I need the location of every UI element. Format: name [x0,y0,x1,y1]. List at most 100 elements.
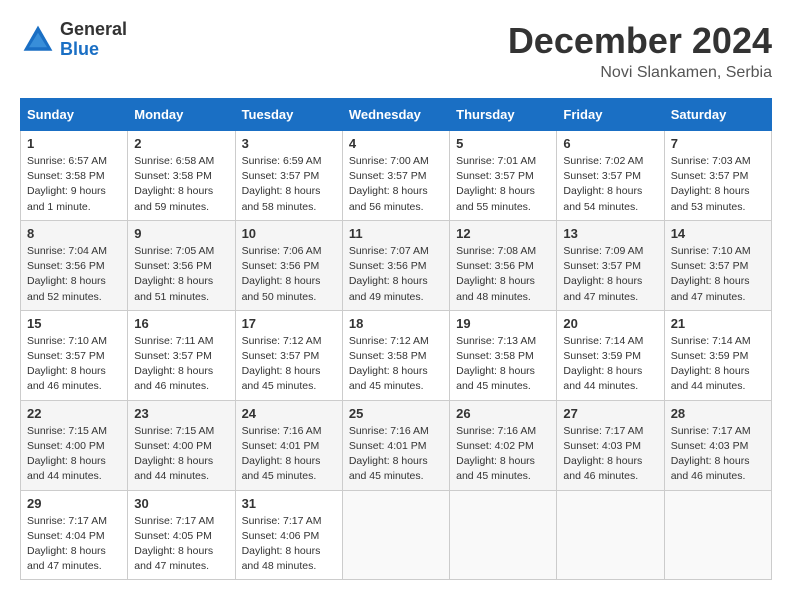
calendar-cell: 28 Sunrise: 7:17 AMSunset: 4:03 PMDaylig… [664,400,771,490]
day-number: 10 [242,226,336,241]
day-number: 26 [456,406,550,421]
calendar-week-row: 15 Sunrise: 7:10 AMSunset: 3:57 PMDaylig… [21,310,772,400]
day-info: Sunrise: 7:16 AMSunset: 4:01 PMDaylight:… [349,424,443,485]
day-number: 27 [563,406,657,421]
day-info: Sunrise: 7:01 AMSunset: 3:57 PMDaylight:… [456,154,550,215]
day-number: 7 [671,136,765,151]
day-number: 31 [242,496,336,511]
calendar-cell: 24 Sunrise: 7:16 AMSunset: 4:01 PMDaylig… [235,400,342,490]
day-info: Sunrise: 7:14 AMSunset: 3:59 PMDaylight:… [563,334,657,395]
day-number: 4 [349,136,443,151]
day-info: Sunrise: 7:11 AMSunset: 3:57 PMDaylight:… [134,334,228,395]
day-number: 21 [671,316,765,331]
calendar-cell: 10 Sunrise: 7:06 AMSunset: 3:56 PMDaylig… [235,220,342,310]
day-number: 9 [134,226,228,241]
page-header: General Blue December 2024 Novi Slankame… [20,20,772,82]
calendar-cell: 20 Sunrise: 7:14 AMSunset: 3:59 PMDaylig… [557,310,664,400]
calendar-week-row: 29 Sunrise: 7:17 AMSunset: 4:04 PMDaylig… [21,490,772,580]
day-info: Sunrise: 7:05 AMSunset: 3:56 PMDaylight:… [134,244,228,305]
day-info: Sunrise: 7:06 AMSunset: 3:56 PMDaylight:… [242,244,336,305]
day-number: 13 [563,226,657,241]
calendar-cell: 1 Sunrise: 6:57 AMSunset: 3:58 PMDayligh… [21,131,128,221]
calendar-header-monday: Monday [128,99,235,131]
calendar-cell: 29 Sunrise: 7:17 AMSunset: 4:04 PMDaylig… [21,490,128,580]
day-info: Sunrise: 7:12 AMSunset: 3:57 PMDaylight:… [242,334,336,395]
calendar-header-tuesday: Tuesday [235,99,342,131]
day-number: 18 [349,316,443,331]
calendar-cell: 16 Sunrise: 7:11 AMSunset: 3:57 PMDaylig… [128,310,235,400]
day-info: Sunrise: 7:17 AMSunset: 4:03 PMDaylight:… [671,424,765,485]
calendar-cell: 26 Sunrise: 7:16 AMSunset: 4:02 PMDaylig… [450,400,557,490]
calendar-header-row: SundayMondayTuesdayWednesdayThursdayFrid… [21,99,772,131]
day-number: 6 [563,136,657,151]
day-info: Sunrise: 7:03 AMSunset: 3:57 PMDaylight:… [671,154,765,215]
day-number: 5 [456,136,550,151]
calendar-cell: 27 Sunrise: 7:17 AMSunset: 4:03 PMDaylig… [557,400,664,490]
day-info: Sunrise: 7:16 AMSunset: 4:02 PMDaylight:… [456,424,550,485]
day-info: Sunrise: 7:09 AMSunset: 3:57 PMDaylight:… [563,244,657,305]
calendar-cell: 19 Sunrise: 7:13 AMSunset: 3:58 PMDaylig… [450,310,557,400]
day-info: Sunrise: 7:17 AMSunset: 4:05 PMDaylight:… [134,514,228,575]
day-number: 25 [349,406,443,421]
day-info: Sunrise: 6:58 AMSunset: 3:58 PMDaylight:… [134,154,228,215]
calendar-cell: 11 Sunrise: 7:07 AMSunset: 3:56 PMDaylig… [342,220,449,310]
day-info: Sunrise: 7:02 AMSunset: 3:57 PMDaylight:… [563,154,657,215]
day-info: Sunrise: 7:15 AMSunset: 4:00 PMDaylight:… [27,424,121,485]
calendar-cell: 8 Sunrise: 7:04 AMSunset: 3:56 PMDayligh… [21,220,128,310]
day-number: 19 [456,316,550,331]
calendar-cell [664,490,771,580]
day-info: Sunrise: 6:57 AMSunset: 3:58 PMDaylight:… [27,154,121,215]
calendar-week-row: 8 Sunrise: 7:04 AMSunset: 3:56 PMDayligh… [21,220,772,310]
month-title: December 2024 [508,20,772,62]
title-section: December 2024 Novi Slankamen, Serbia [508,20,772,82]
day-number: 24 [242,406,336,421]
day-number: 1 [27,136,121,151]
day-info: Sunrise: 7:12 AMSunset: 3:58 PMDaylight:… [349,334,443,395]
day-info: Sunrise: 6:59 AMSunset: 3:57 PMDaylight:… [242,154,336,215]
calendar-cell [557,490,664,580]
calendar-cell: 2 Sunrise: 6:58 AMSunset: 3:58 PMDayligh… [128,131,235,221]
day-number: 20 [563,316,657,331]
day-number: 29 [27,496,121,511]
calendar-cell [450,490,557,580]
calendar-cell: 7 Sunrise: 7:03 AMSunset: 3:57 PMDayligh… [664,131,771,221]
day-number: 16 [134,316,228,331]
day-info: Sunrise: 7:10 AMSunset: 3:57 PMDaylight:… [671,244,765,305]
calendar-header-saturday: Saturday [664,99,771,131]
calendar-cell: 30 Sunrise: 7:17 AMSunset: 4:05 PMDaylig… [128,490,235,580]
calendar-cell: 18 Sunrise: 7:12 AMSunset: 3:58 PMDaylig… [342,310,449,400]
calendar-cell: 4 Sunrise: 7:00 AMSunset: 3:57 PMDayligh… [342,131,449,221]
day-info: Sunrise: 7:17 AMSunset: 4:04 PMDaylight:… [27,514,121,575]
day-number: 30 [134,496,228,511]
day-info: Sunrise: 7:07 AMSunset: 3:56 PMDaylight:… [349,244,443,305]
day-number: 14 [671,226,765,241]
calendar-cell: 13 Sunrise: 7:09 AMSunset: 3:57 PMDaylig… [557,220,664,310]
day-info: Sunrise: 7:04 AMSunset: 3:56 PMDaylight:… [27,244,121,305]
day-number: 12 [456,226,550,241]
calendar-cell: 22 Sunrise: 7:15 AMSunset: 4:00 PMDaylig… [21,400,128,490]
location-title: Novi Slankamen, Serbia [508,64,772,82]
calendar-header-wednesday: Wednesday [342,99,449,131]
calendar-table: SundayMondayTuesdayWednesdayThursdayFrid… [20,98,772,580]
calendar-cell: 6 Sunrise: 7:02 AMSunset: 3:57 PMDayligh… [557,131,664,221]
calendar-header-thursday: Thursday [450,99,557,131]
calendar-header-sunday: Sunday [21,99,128,131]
calendar-cell: 17 Sunrise: 7:12 AMSunset: 3:57 PMDaylig… [235,310,342,400]
day-info: Sunrise: 7:13 AMSunset: 3:58 PMDaylight:… [456,334,550,395]
day-number: 3 [242,136,336,151]
day-number: 8 [27,226,121,241]
calendar-cell: 9 Sunrise: 7:05 AMSunset: 3:56 PMDayligh… [128,220,235,310]
logo-icon [20,22,56,58]
calendar-cell [342,490,449,580]
day-number: 17 [242,316,336,331]
calendar-header-friday: Friday [557,99,664,131]
calendar-cell: 21 Sunrise: 7:14 AMSunset: 3:59 PMDaylig… [664,310,771,400]
day-number: 28 [671,406,765,421]
day-info: Sunrise: 7:14 AMSunset: 3:59 PMDaylight:… [671,334,765,395]
calendar-cell: 12 Sunrise: 7:08 AMSunset: 3:56 PMDaylig… [450,220,557,310]
calendar-cell: 5 Sunrise: 7:01 AMSunset: 3:57 PMDayligh… [450,131,557,221]
calendar-cell: 31 Sunrise: 7:17 AMSunset: 4:06 PMDaylig… [235,490,342,580]
calendar-cell: 25 Sunrise: 7:16 AMSunset: 4:01 PMDaylig… [342,400,449,490]
logo-text: General Blue [60,20,127,60]
calendar-week-row: 22 Sunrise: 7:15 AMSunset: 4:00 PMDaylig… [21,400,772,490]
